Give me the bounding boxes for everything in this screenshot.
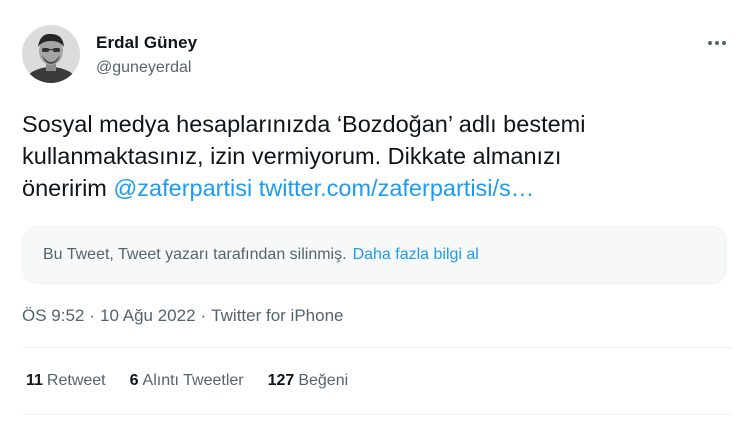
tweet-text-line-2: kullanmaktasınız, izin vermiyorum. Dikka… <box>22 143 562 169</box>
deleted-notice-text: Bu Tweet, Tweet yazarı tarafından silinm… <box>43 246 347 263</box>
divider <box>22 347 732 348</box>
engagement-stats: 11 Retweet 6 Alıntı Tweetler 127 Beğeni <box>26 372 372 390</box>
deleted-quoted-tweet-notice: Bu Tweet, Tweet yazarı tarafından silinm… <box>22 226 727 284</box>
learn-more-link[interactable]: Daha fazla bilgi al <box>353 246 479 264</box>
mention-link[interactable]: @zaferpartisi <box>113 175 252 201</box>
more-dot <box>722 41 726 45</box>
quote-tweets-stat[interactable]: 6 Alıntı Tweetler <box>130 372 244 390</box>
url-link[interactable]: twitter.com/zaferpartisi/s… <box>259 175 535 201</box>
tweet-text-line-1: Sosyal medya hesaplarınızda ‘Bozdoğan’ a… <box>22 111 586 137</box>
more-options-button[interactable] <box>700 30 734 56</box>
tweet-text-line-3-prefix: öneririm <box>22 175 107 201</box>
tweet-meta: ÖS 9:52 · 10 Ağu 2022 · Twitter for iPhone <box>22 306 343 326</box>
tweet-time[interactable]: ÖS 9:52 <box>22 306 84 325</box>
author-handle[interactable]: @guneyerdal <box>96 59 191 77</box>
retweets-count: 11 <box>26 372 43 389</box>
meta-separator: · <box>200 306 207 325</box>
likes-stat[interactable]: 127 Beğeni <box>268 372 349 390</box>
quotes-label: Alıntı Tweetler <box>142 372 244 389</box>
more-horizontal-icon <box>708 41 712 45</box>
tweet-text: Sosyal medya hesaplarınızda ‘Bozdoğan’ a… <box>22 108 737 204</box>
divider <box>22 414 732 415</box>
tweet-date[interactable]: 10 Ağu 2022 <box>100 306 195 325</box>
avatar-photo <box>22 25 80 83</box>
likes-count: 127 <box>267 372 295 389</box>
tweet-text-line-3: öneririm @zaferpartisi twitter.com/zafer… <box>22 172 737 204</box>
likes-label: Beğeni <box>298 372 349 389</box>
retweets-stat[interactable]: 11 Retweet <box>26 372 106 390</box>
tweet-card: Erdal Güney @guneyerdal Sosyal medya hes… <box>0 0 754 424</box>
retweets-label: Retweet <box>46 372 106 389</box>
meta-separator: · <box>89 306 96 325</box>
quotes-count: 6 <box>129 372 139 389</box>
avatar[interactable] <box>22 25 80 83</box>
author-name[interactable]: Erdal Güney <box>96 33 197 53</box>
more-dot <box>715 41 719 45</box>
tweet-source[interactable]: Twitter for iPhone <box>211 306 343 325</box>
